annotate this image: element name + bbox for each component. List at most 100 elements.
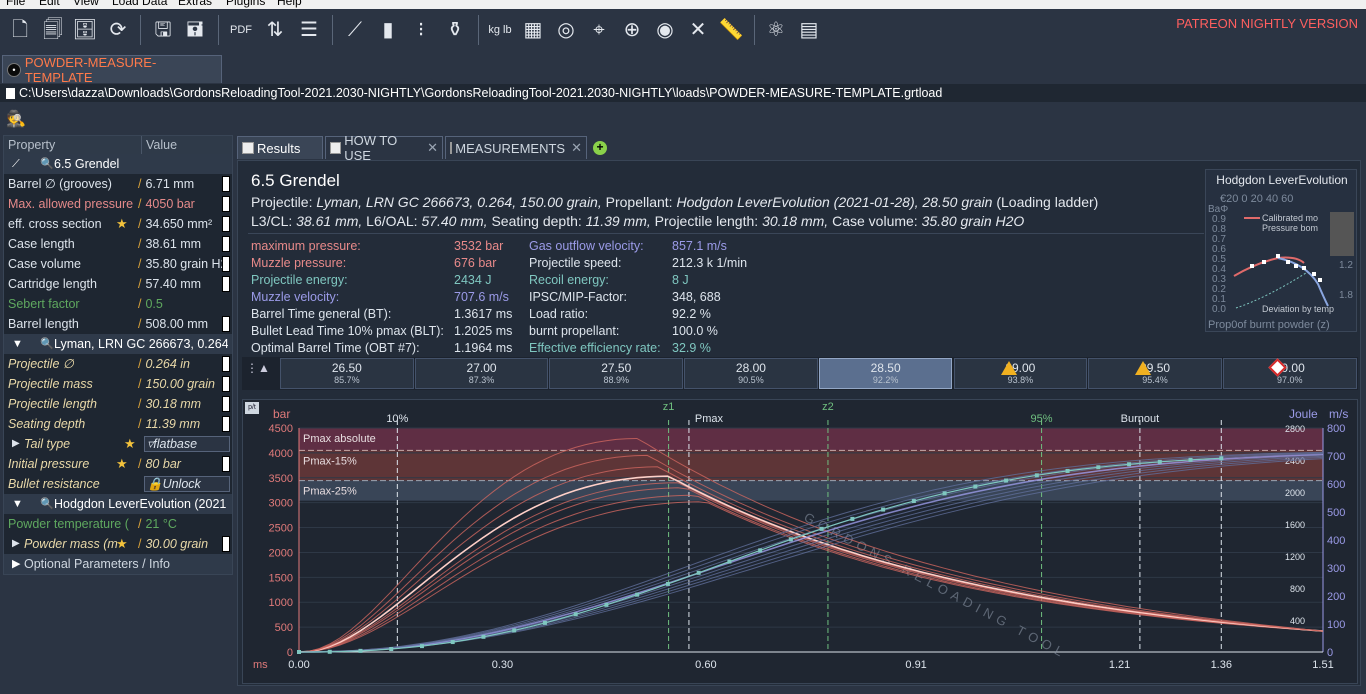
ladder-cell[interactable]: 27.50 88.9% [549,358,684,389]
tools-icon[interactable]: ✕ [683,14,713,46]
spin-control[interactable] [222,236,230,252]
ladder-up-icon[interactable]: ▲ [258,361,270,375]
prop-value[interactable]: 30.18 mm [138,394,224,414]
ladder-cell[interactable]: 27.00 87.3% [414,358,549,389]
prop-bullet-resistance[interactable]: Bullet resistance 🔒Unlock [4,474,232,494]
menu-plugins[interactable]: Plugins [226,0,265,8]
spin-control[interactable] [222,376,230,392]
prop-projectile-mass[interactable]: Projectile mass 150.00 grain [4,374,232,394]
prop-value[interactable]: 80 bar [138,454,224,474]
ladder-controls[interactable]: ⋮▲ [246,361,274,387]
pdf-icon[interactable]: PDF [226,14,256,46]
menu-edit[interactable]: Edit [39,0,60,8]
spin-control[interactable] [222,256,230,272]
prop-cartridge-length[interactable]: Cartridge length 57.40 mm [4,274,232,294]
open-file-icon[interactable]: 🗐 [38,14,68,46]
spy-icon[interactable]: 🕵 [6,109,26,128]
ladder-cell[interactable]: 29.50 95.4% [1088,358,1222,389]
unlock-button[interactable]: 🔒Unlock [144,476,230,492]
expand-icon[interactable]: ▶ [12,554,20,574]
prop-value[interactable]: 508.00 mm [138,314,224,334]
save-icon[interactable]: 🗄 [70,14,100,46]
menu-extras[interactable]: Extras [178,0,212,8]
prop-value[interactable]: 57.40 mm [138,274,224,294]
prop-case-length[interactable]: Case length 38.61 mm [4,234,232,254]
collapse-icon[interactable]: ▼ [12,494,23,514]
save-copy-icon[interactable]: 🖬 [180,14,210,46]
cartridge-icon[interactable]: ▮ [373,14,403,46]
optional-group[interactable]: ▶ Optional Parameters / Info [4,554,232,574]
barrel-icon[interactable]: ◎ [551,14,581,46]
tab-how-to-use[interactable]: HOW TO USE ✕ [325,133,443,163]
collapse-icon[interactable]: ▼ [12,334,23,354]
prop-projectile-dia[interactable]: Projectile ∅ 0.264 in [4,354,232,374]
reload-icon[interactable]: ⟳ [103,14,133,46]
prop-cross-section[interactable]: eff. cross section★34.650 mm² [4,214,232,234]
prop-value[interactable]: 0.264 in [138,354,224,374]
prop-value[interactable]: 6.71 mm [138,174,224,194]
ladder-cell[interactable]: 28.00 90.5% [684,358,818,389]
prop-powder-mass[interactable]: ▶ Powder mass (m★ 30.00 grain [4,534,232,554]
ladder-cell[interactable]: 30.00 97.0% [1222,358,1357,389]
prop-value[interactable]: 21 °C [138,514,224,534]
telescope-icon[interactable]: ⌖ [584,14,614,46]
prop-projectile-length[interactable]: Projectile length 30.18 mm [4,394,232,414]
spin-control[interactable] [222,276,230,292]
spin-control[interactable] [222,416,230,432]
spin-control[interactable] [222,356,230,372]
spin-control[interactable] [222,316,230,332]
ladder-cell[interactable]: 28.50 92.2% [818,358,953,389]
value-column-header[interactable]: Value [142,136,177,154]
chart-mode-icon[interactable]: p/t [245,402,259,414]
spin-control[interactable] [222,196,230,212]
powder-icon[interactable]: ⚱ [440,14,470,46]
prop-barrel-groove[interactable]: Barrel ∅ (grooves) 6.71 mm [4,174,232,194]
prop-initial-pressure[interactable]: Initial pressure★80 bar [4,454,232,474]
prop-tail-type[interactable]: ▶ Tail type ★ ▿flatbase [4,434,232,454]
prop-value[interactable]: 0.5 [138,294,224,314]
tab-measurements[interactable]: MEASUREMENTS ✕ [445,136,587,159]
spin-control[interactable] [222,536,230,552]
mini-chart[interactable]: Hodgdon LeverEvolution €20 0 20 40 60 BaΦ… [1205,169,1357,332]
tab-results[interactable]: Results [237,136,323,159]
spin-control[interactable] [222,456,230,472]
close-icon[interactable]: ✕ [571,140,582,156]
ladder-cell[interactable]: 26.50 85.7% [280,358,414,389]
menu-file[interactable]: File [6,0,25,8]
prop-value[interactable]: 38.61 mm [138,234,224,254]
unit-conversion-icon[interactable]: kg lb [485,14,515,46]
ladder-menu-icon[interactable]: ⋮ [246,361,258,375]
grid-icon[interactable]: ▦ [518,14,548,46]
expand-icon[interactable]: ▶ [12,434,20,454]
add-tab-icon[interactable]: + [593,141,607,155]
powder-group[interactable]: ▼ 🔍 Hodgdon LeverEvolution (2021 [4,494,232,514]
tail-type-dropdown[interactable]: ▿flatbase [144,436,230,452]
ladder-cell[interactable]: 29.00 93.8% [953,358,1088,389]
spin-control[interactable] [222,176,230,192]
new-file-icon[interactable]: 🗋 [5,14,35,46]
spin-control[interactable] [222,396,230,412]
menu-view[interactable]: View [73,0,99,8]
calculator-icon[interactable]: ▤ [794,14,824,46]
atom-icon[interactable]: ⚛ [761,14,791,46]
compare-icon[interactable]: ⇅ [260,14,290,46]
target-icon[interactable]: ⊕ [617,14,647,46]
spin-control[interactable] [222,216,230,232]
obt-icon[interactable]: ◉ [650,14,680,46]
prop-barrel-length[interactable]: Barrel length 508.00 mm [4,314,232,334]
file-tab[interactable]: • POWDER-MEASURE-TEMPLATE [2,55,222,85]
bullets-icon[interactable]: ⁝ [406,14,436,46]
prop-value[interactable]: 30.00 grain [138,534,224,554]
report-icon[interactable]: ☰ [294,14,324,46]
rifle-icon[interactable]: ⟋ [340,14,370,46]
prop-case-volume[interactable]: Case volume 35.80 grain H2O [4,254,232,274]
prop-value[interactable]: 11.39 mm [138,414,224,434]
menu-load-data[interactable]: Load Data [112,0,167,8]
prop-max-pressure[interactable]: Max. allowed pressure 4050 bar [4,194,232,214]
close-icon[interactable]: ✕ [427,140,438,156]
prop-seating-depth[interactable]: Seating depth 11.39 mm [4,414,232,434]
prop-powder-temp[interactable]: Powder temperature (21 °C [4,514,232,534]
menu-help[interactable]: Help [277,0,302,8]
prop-value[interactable]: 4050 bar [138,194,224,214]
prop-value[interactable]: 150.00 grain [138,374,224,394]
